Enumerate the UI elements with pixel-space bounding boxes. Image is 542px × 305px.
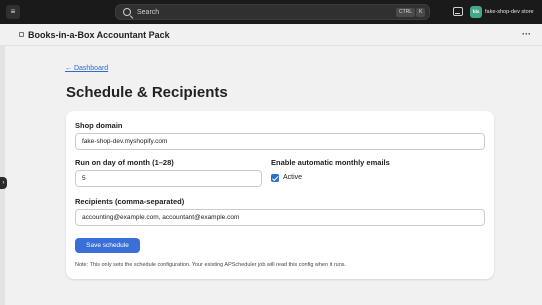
recipients-input[interactable]: accounting@example.com, accountant@examp…: [75, 209, 485, 226]
sidebar-toggle-icon[interactable]: ‹: [0, 177, 7, 189]
app-header: Books-in-a-Box Accountant Pack ···: [0, 24, 542, 46]
top-bar: ≡ Search CTRL K fds fake-shop-dev store: [0, 0, 542, 24]
store-avatar[interactable]: fds: [470, 6, 482, 18]
active-checkbox[interactable]: [271, 174, 279, 182]
search-placeholder: Search: [137, 9, 160, 16]
more-actions-icon[interactable]: ···: [522, 29, 531, 39]
shortcut-ctrl-key: CTRL: [396, 8, 416, 17]
active-checkbox-label[interactable]: Active: [283, 173, 302, 183]
run-day-input[interactable]: 5: [75, 170, 262, 187]
inbox-icon[interactable]: [453, 7, 463, 16]
shop-domain-label: Shop domain: [75, 121, 123, 130]
search-bar[interactable]: Search CTRL K: [115, 4, 430, 20]
store-name[interactable]: fake-shop-dev store: [485, 6, 534, 18]
shop-domain-input[interactable]: fake-shop-dev.myshopify.com: [75, 133, 485, 150]
back-to-dashboard-link[interactable]: ← Dashboard: [65, 64, 108, 74]
sidebar-edge: [0, 46, 5, 305]
save-schedule-button[interactable]: Save schedule: [75, 238, 140, 253]
shortcut-k-key: K: [416, 8, 426, 17]
app-icon: [19, 32, 24, 37]
enable-emails-label: Enable automatic monthly emails: [271, 158, 390, 167]
run-day-label: Run on day of month (1–28): [75, 158, 174, 167]
shopify-logo-icon[interactable]: ≡: [6, 5, 20, 19]
schedule-note: Note: This only sets the schedule config…: [75, 262, 347, 268]
recipients-label: Recipients (comma-separated): [75, 197, 185, 206]
app-title: Books-in-a-Box Accountant Pack: [28, 30, 170, 40]
search-icon: [123, 8, 131, 16]
page-title: Schedule & Recipients: [66, 84, 228, 101]
